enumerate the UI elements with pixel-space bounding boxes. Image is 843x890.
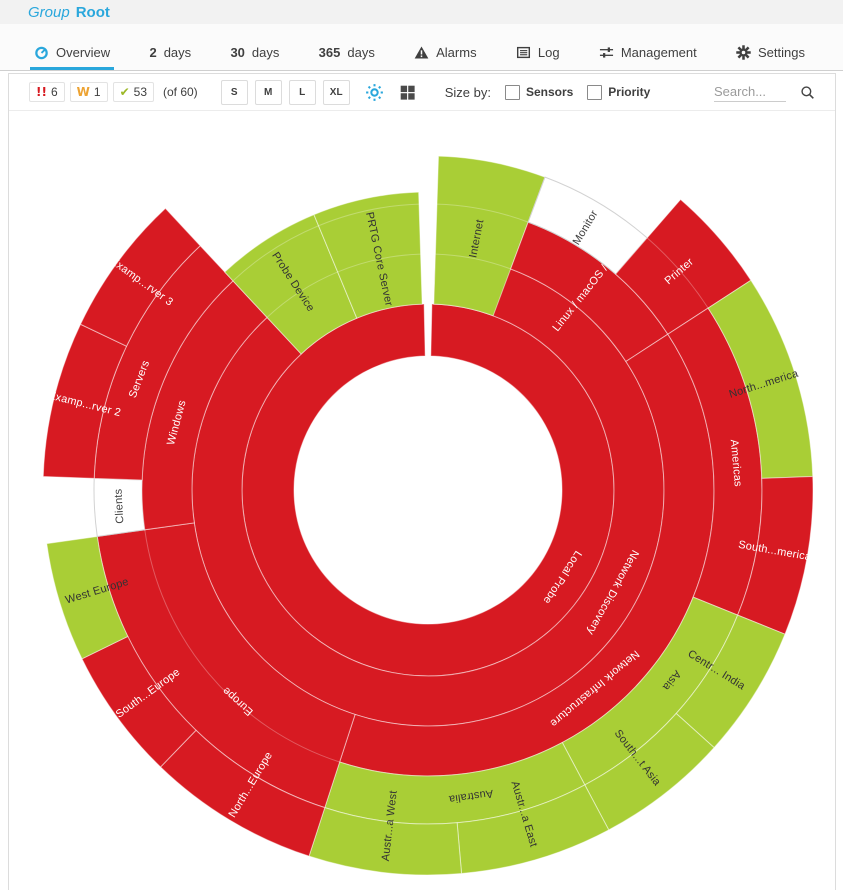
tab-alarms[interactable]: Alarms — [410, 38, 480, 70]
tab-log[interactable]: Log — [512, 38, 564, 70]
tab-label: days — [347, 45, 374, 60]
header-spacer — [0, 24, 843, 38]
tab-label: Overview — [56, 45, 110, 60]
page-title-group: Group — [28, 4, 70, 21]
warning-badge-icon: W — [77, 85, 90, 99]
size-button-xl[interactable]: XL — [323, 80, 350, 105]
error-badge-icon: !! — [36, 85, 47, 99]
size-button-l[interactable]: L — [289, 80, 316, 105]
toolbar: !! 6 W1 ✔ 53 (of 60) SML XL Size by: Sensors P… — [9, 74, 835, 111]
ok-badge[interactable]: ✔ 53 — [113, 82, 154, 102]
warning-badge-count: 1 — [94, 85, 101, 99]
error-badge-count: 6 — [51, 85, 58, 99]
tab-number: 30 — [230, 45, 244, 60]
gear-icon — [736, 45, 751, 60]
tab-overview[interactable]: Overview — [30, 38, 114, 70]
list-icon — [516, 45, 531, 60]
tab-settings[interactable]: Settings — [732, 38, 809, 70]
error-badge[interactable]: !! 6 — [29, 82, 65, 102]
tile-view-button[interactable] — [397, 81, 419, 103]
tab-label: days — [164, 45, 191, 60]
checkbox-label: Priority — [608, 85, 650, 99]
sunburst-icon — [366, 84, 383, 101]
search-input[interactable] — [714, 82, 786, 102]
warning-icon — [414, 45, 429, 60]
tab-label: Log — [538, 45, 560, 60]
tab-365-days[interactable]: 365 days — [315, 38, 379, 70]
tab-label: Alarms — [436, 45, 476, 60]
tab-label: Management — [621, 45, 697, 60]
tab-management[interactable]: Management — [595, 38, 701, 70]
page-title-root: Root — [76, 4, 110, 21]
segment-clients[interactable] — [94, 478, 145, 536]
checkbox-priority-box[interactable] — [587, 85, 602, 100]
tab-30-days[interactable]: 30 days — [226, 38, 283, 70]
segment-local-probe[interactable] — [242, 304, 614, 676]
breadcrumb: Group Root — [0, 0, 843, 24]
search-area — [714, 82, 815, 102]
ok-badge-icon: ✔ — [120, 85, 130, 99]
tab-number: 2 — [149, 45, 156, 60]
tab-label: days — [252, 45, 279, 60]
checkbox-label: Sensors — [526, 85, 573, 99]
checkbox-sensors[interactable]: Sensors — [505, 85, 573, 100]
sunburst-chart: Local ProbeNetwork DiscoveryInternetLinu… — [9, 111, 834, 887]
content-panel: !! 6 W1 ✔ 53 (of 60) SML XL Size by: Sensors P… — [8, 73, 836, 890]
checkbox-priority[interactable]: Priority — [587, 85, 650, 100]
search-icon[interactable] — [800, 85, 815, 100]
sunburst-view-button[interactable] — [364, 81, 386, 103]
warning-badge[interactable]: W1 — [70, 82, 108, 102]
size-button-m[interactable]: M — [255, 80, 282, 105]
tab-bar: Overview 2 days 30 days 365 days Alarms Log Manag… — [0, 38, 843, 71]
sensor-total-label: (of 60) — [163, 85, 198, 99]
ok-badge-count: 53 — [134, 85, 147, 99]
tab-number: 365 — [319, 45, 341, 60]
size-by-checkboxes: Sensors Priority — [491, 85, 650, 100]
grid-icon — [399, 84, 416, 101]
size-by-label: Size by: — [445, 85, 491, 100]
checkbox-sensors-box[interactable] — [505, 85, 520, 100]
gauge-icon — [34, 45, 49, 60]
status-badges: !! 6 W1 ✔ 53 — [29, 82, 159, 102]
size-buttons: SML XL — [214, 80, 350, 105]
tab-label: Settings — [758, 45, 805, 60]
tab-2-days[interactable]: 2 days — [145, 38, 195, 70]
size-button-s[interactable]: S — [221, 80, 248, 105]
sliders-icon — [599, 45, 614, 60]
view-buttons — [353, 81, 419, 103]
